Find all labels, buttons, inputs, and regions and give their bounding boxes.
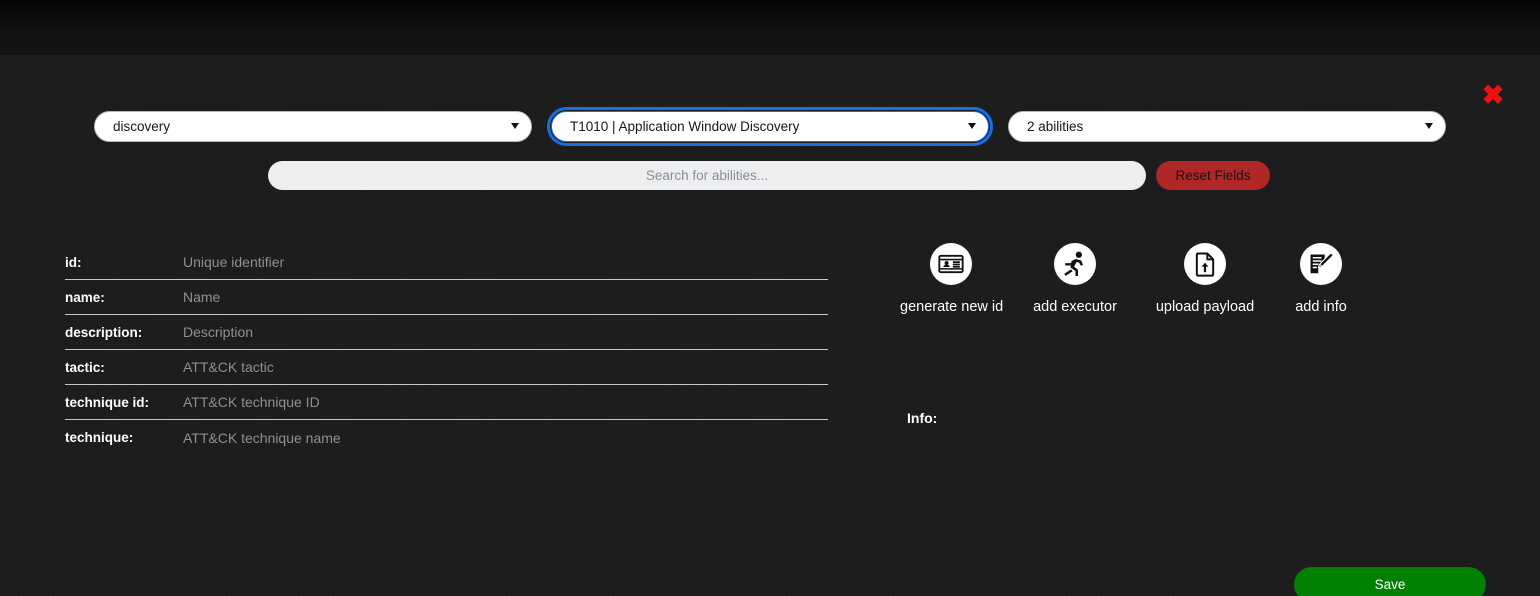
field-row-name: name: Name <box>65 280 828 315</box>
field-label: technique: <box>65 430 134 445</box>
selector-row: discovery T1010 | Application Window Dis… <box>94 106 1446 146</box>
field-value-description[interactable]: Description <box>183 318 828 346</box>
technique-select[interactable]: T1010 | Application Window Discovery <box>547 106 993 146</box>
abilities-select[interactable]: 2 abilities <box>1008 110 1446 142</box>
search-input[interactable] <box>268 160 1146 190</box>
field-label: technique id: <box>65 394 149 410</box>
field-label: id: <box>65 254 82 270</box>
reset-fields-button[interactable]: Reset Fields <box>1156 160 1270 190</box>
technique-select-value: T1010 | Application Window Discovery <box>570 118 800 134</box>
generate-new-id-button[interactable]: generate new id <box>900 243 1004 315</box>
tactic-select-value: discovery <box>113 118 171 134</box>
field-row-tactic: tactic: ATT&CK tactic <box>65 350 828 385</box>
app-screen: ✖ discovery T1010 | Application Window D… <box>0 0 1540 596</box>
abilities-select-value: 2 abilities <box>1027 118 1084 134</box>
field-row-id: id: Unique identifier <box>65 245 828 280</box>
document-edit-icon <box>1300 243 1342 285</box>
background-top-strip <box>0 0 1540 55</box>
upload-payload-button[interactable]: upload payload <box>1144 243 1266 315</box>
ability-fields-table: id: Unique identifier name: Name descrip… <box>65 245 828 455</box>
field-row-description: description: Description <box>65 315 828 350</box>
search-row: Reset Fields <box>268 160 1270 190</box>
chevron-down-icon <box>511 123 519 129</box>
tactic-select[interactable]: discovery <box>94 110 532 142</box>
add-executor-label: add executor <box>1033 299 1117 315</box>
ability-editor-modal: ✖ discovery T1010 | Application Window D… <box>0 55 1540 596</box>
field-row-technique-id: technique id: ATT&CK technique ID <box>65 385 828 420</box>
close-icon[interactable]: ✖ <box>1480 82 1506 109</box>
field-value-tactic[interactable]: ATT&CK tactic <box>183 353 828 381</box>
action-icon-group: generate new id add executor upload payl… <box>900 243 1400 343</box>
field-label: description: <box>65 324 143 340</box>
add-executor-button[interactable]: add executor <box>1027 243 1123 315</box>
field-value-id[interactable]: Unique identifier <box>183 248 828 276</box>
field-label: tactic: <box>65 359 105 375</box>
add-info-label: add info <box>1295 299 1347 315</box>
generate-new-id-label: generate new id <box>900 299 1004 315</box>
chevron-down-icon <box>968 123 976 129</box>
running-person-icon <box>1054 243 1096 285</box>
upload-payload-label: upload payload <box>1155 299 1255 315</box>
id-card-icon <box>930 243 972 285</box>
chevron-down-icon <box>1425 123 1433 129</box>
field-label: name: <box>65 289 105 305</box>
field-value-technique[interactable]: ATT&CK technique name <box>183 424 828 452</box>
add-info-button[interactable]: add info <box>1292 243 1350 315</box>
save-button[interactable]: Save <box>1294 567 1486 596</box>
field-row-technique: technique: ATT&CK technique name <box>65 420 828 455</box>
file-upload-icon <box>1184 243 1226 285</box>
field-value-technique-id[interactable]: ATT&CK technique ID <box>183 388 828 416</box>
field-value-name[interactable]: Name <box>183 283 828 311</box>
info-label: Info: <box>907 410 938 426</box>
